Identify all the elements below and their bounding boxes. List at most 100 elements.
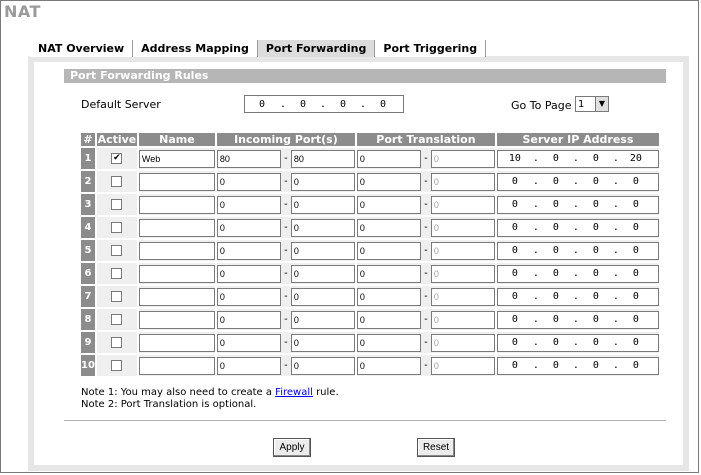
translation-port-start-input[interactable]: 0 bbox=[356, 264, 421, 283]
table-row: 70-00-00.0.0.0 bbox=[81, 286, 659, 307]
section-title: Port Forwarding Rules bbox=[64, 69, 666, 83]
row-number: 9 bbox=[81, 332, 95, 353]
tab-bar: NAT Overview Address Mapping Port Forwar… bbox=[30, 40, 487, 57]
table-row: 60-00-00.0.0.0 bbox=[81, 263, 659, 284]
table-row: 40-00-00.0.0.0 bbox=[81, 217, 659, 238]
table-row: 80-00-00.0.0.0 bbox=[81, 309, 659, 330]
active-checkbox[interactable]: ✔ bbox=[111, 153, 123, 164]
server-ip-input[interactable]: 0.0.0.0 bbox=[496, 172, 659, 191]
active-checkbox[interactable] bbox=[111, 337, 123, 348]
translation-port-start-input[interactable]: 0 bbox=[356, 149, 421, 168]
firewall-link[interactable]: Firewall bbox=[275, 387, 313, 398]
active-checkbox[interactable] bbox=[111, 268, 123, 279]
server-ip-input[interactable]: 0.0.0.0 bbox=[496, 333, 659, 352]
reset-button[interactable]: Reset bbox=[417, 438, 455, 457]
name-input[interactable] bbox=[138, 356, 215, 375]
incoming-port-end-input[interactable]: 80 bbox=[290, 149, 355, 168]
translation-port-start-input[interactable]: 0 bbox=[356, 241, 421, 260]
server-ip-input[interactable]: 0.0.0.0 bbox=[496, 195, 659, 214]
row-number: 4 bbox=[81, 217, 95, 238]
server-ip-input[interactable]: 0.0.0.0 bbox=[496, 218, 659, 237]
server-ip-input[interactable]: 0.0.0.0 bbox=[496, 356, 659, 375]
page-title: NAT bbox=[4, 2, 41, 21]
incoming-port-start-input[interactable]: 0 bbox=[216, 310, 281, 329]
incoming-port-start-input[interactable]: 0 bbox=[216, 218, 281, 237]
apply-button[interactable]: Apply bbox=[273, 438, 311, 457]
row-number: 8 bbox=[81, 309, 95, 330]
translation-port-end-input: 0 bbox=[430, 195, 495, 214]
incoming-port-end-input[interactable]: 0 bbox=[290, 264, 355, 283]
server-ip-input[interactable]: 0.0.0.0 bbox=[496, 287, 659, 306]
incoming-port-end-input[interactable]: 0 bbox=[290, 310, 355, 329]
col-num-header: # bbox=[81, 133, 95, 146]
incoming-port-start-input[interactable]: 0 bbox=[216, 356, 281, 375]
name-input[interactable]: Web bbox=[138, 149, 215, 168]
name-input[interactable] bbox=[138, 195, 215, 214]
incoming-port-end-input[interactable]: 0 bbox=[290, 195, 355, 214]
active-checkbox[interactable] bbox=[111, 199, 123, 210]
tab-nat-overview[interactable]: NAT Overview bbox=[30, 40, 134, 57]
note-1: Note 1: You may also need to create a Fi… bbox=[81, 387, 339, 398]
active-checkbox[interactable] bbox=[111, 222, 123, 233]
active-checkbox[interactable] bbox=[111, 291, 123, 302]
server-ip-input[interactable]: 0.0.0.0 bbox=[496, 264, 659, 283]
translation-port-start-input[interactable]: 0 bbox=[356, 356, 421, 375]
incoming-port-end-input[interactable]: 0 bbox=[290, 356, 355, 375]
server-ip-input[interactable]: 0.0.0.0 bbox=[496, 310, 659, 329]
name-input[interactable] bbox=[138, 310, 215, 329]
incoming-port-start-input[interactable]: 0 bbox=[216, 333, 281, 352]
active-checkbox[interactable] bbox=[111, 176, 123, 187]
name-input[interactable] bbox=[138, 218, 215, 237]
row-number: 6 bbox=[81, 263, 95, 284]
translation-port-start-input[interactable]: 0 bbox=[356, 172, 421, 191]
translation-port-start-input[interactable]: 0 bbox=[356, 333, 421, 352]
default-server-label: Default Server bbox=[81, 98, 161, 111]
name-input[interactable] bbox=[138, 287, 215, 306]
active-checkbox[interactable] bbox=[111, 360, 123, 371]
row-number: 5 bbox=[81, 240, 95, 261]
active-checkbox[interactable] bbox=[111, 314, 123, 325]
tab-address-mapping[interactable]: Address Mapping bbox=[133, 40, 258, 57]
name-input[interactable] bbox=[138, 264, 215, 283]
translation-port-start-input[interactable]: 0 bbox=[356, 195, 421, 214]
col-name-header: Name bbox=[138, 133, 215, 146]
translation-port-start-input[interactable]: 0 bbox=[356, 310, 421, 329]
translation-port-end-input: 0 bbox=[430, 356, 495, 375]
col-incoming-header: Incoming Port(s) bbox=[216, 133, 355, 146]
incoming-port-end-input[interactable]: 0 bbox=[290, 333, 355, 352]
incoming-port-start-input[interactable]: 80 bbox=[216, 149, 281, 168]
name-input[interactable] bbox=[138, 172, 215, 191]
go-to-page-select[interactable]: 1 ▼ bbox=[575, 96, 609, 112]
incoming-port-start-input[interactable]: 0 bbox=[216, 195, 281, 214]
server-ip-input[interactable]: 10. 0. 0. 20 bbox=[496, 149, 659, 168]
translation-port-end-input: 0 bbox=[430, 241, 495, 260]
default-server-ip-field[interactable]: 0. 0. 0. 0 bbox=[244, 95, 404, 113]
active-checkbox[interactable] bbox=[111, 245, 123, 256]
table-row: 90-00-00.0.0.0 bbox=[81, 332, 659, 353]
name-input[interactable] bbox=[138, 241, 215, 260]
incoming-port-end-input[interactable]: 0 bbox=[290, 172, 355, 191]
table-row: 20-00-00.0.0.0 bbox=[81, 171, 659, 192]
note-2: Note 2: Port Translation is optional. bbox=[81, 399, 257, 410]
translation-port-end-input: 0 bbox=[430, 172, 495, 191]
incoming-port-start-input[interactable]: 0 bbox=[216, 264, 281, 283]
row-number: 3 bbox=[81, 194, 95, 215]
tab-port-triggering[interactable]: Port Triggering bbox=[375, 40, 487, 57]
translation-port-start-input[interactable]: 0 bbox=[356, 218, 421, 237]
incoming-port-end-input[interactable]: 0 bbox=[290, 241, 355, 260]
name-input[interactable] bbox=[138, 333, 215, 352]
ip-octet: 0 bbox=[339, 98, 347, 110]
server-ip-input[interactable]: 0.0.0.0 bbox=[496, 241, 659, 260]
table-row: 10 0-0 0-0 0. 0. 0. 0 bbox=[81, 355, 659, 376]
incoming-port-end-input[interactable]: 0 bbox=[290, 287, 355, 306]
tab-port-forwarding[interactable]: Port Forwarding bbox=[257, 40, 376, 57]
incoming-port-start-input[interactable]: 0 bbox=[216, 287, 281, 306]
table-row: 50-00-00.0.0.0 bbox=[81, 240, 659, 261]
translation-port-start-input[interactable]: 0 bbox=[356, 287, 421, 306]
translation-port-end-input: 0 bbox=[430, 287, 495, 306]
incoming-port-start-input[interactable]: 0 bbox=[216, 241, 281, 260]
incoming-port-end-input[interactable]: 0 bbox=[290, 218, 355, 237]
go-to-page-value: 1 bbox=[578, 98, 585, 110]
incoming-port-start-input[interactable]: 0 bbox=[216, 172, 281, 191]
translation-port-end-input: 0 bbox=[430, 264, 495, 283]
